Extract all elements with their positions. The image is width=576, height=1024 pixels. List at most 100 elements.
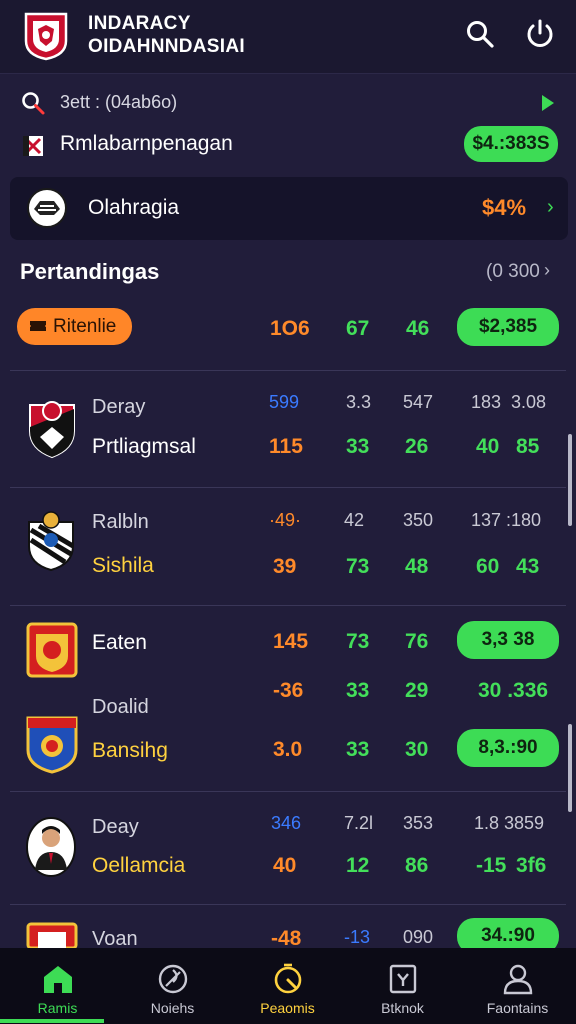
odds-button[interactable]: 8,3.:90 <box>457 729 559 767</box>
odds-value: ·49· <box>269 510 302 530</box>
search-query: 3ett : (04ab6o) <box>60 92 178 112</box>
nav-label: Btknok <box>381 1000 424 1016</box>
divider <box>10 370 566 371</box>
odds-value[interactable]: 86 <box>405 854 428 878</box>
odds-value[interactable]: 145 <box>273 630 308 654</box>
nav-label: Noiehs <box>150 1000 195 1016</box>
nav-label: Faontains <box>486 1000 549 1016</box>
odds-value[interactable]: 40 <box>476 435 499 459</box>
bookmark-icon <box>389 964 417 994</box>
banner-value: $4% <box>482 195 527 220</box>
banner-label: Olahragia <box>88 196 180 219</box>
odds-value: 353 <box>403 813 434 833</box>
team-crest-icon <box>26 716 78 774</box>
player-avatar-icon <box>26 817 76 877</box>
odds-value[interactable]: 115 <box>269 435 303 459</box>
section-title: Pertandingas <box>20 259 160 284</box>
odds-value[interactable]: 33 <box>346 679 369 703</box>
odds-value[interactable]: 33 <box>346 738 369 762</box>
odds-value[interactable]: 76 <box>405 630 428 654</box>
team-name: Bansihg <box>92 739 168 762</box>
team-name: Ralbln <box>92 511 149 533</box>
team-crest-icon <box>28 511 75 572</box>
ball-icon <box>158 964 188 994</box>
odds-value[interactable]: 30 .336 <box>478 679 548 703</box>
odds-value[interactable]: 73 <box>346 630 369 654</box>
chevron-right-icon: › <box>547 196 554 218</box>
odds-value[interactable]: 30 <box>405 738 428 762</box>
team-name: Deray <box>92 396 146 418</box>
club-logo[interactable] <box>22 11 70 61</box>
nav-item-ramis[interactable]: Ramis <box>0 948 115 1024</box>
odds-value[interactable]: 60 <box>476 555 499 579</box>
flag-icon <box>23 136 43 156</box>
odds-value[interactable]: 33 <box>346 435 369 459</box>
odds-value[interactable]: 12 <box>346 854 369 878</box>
filter-pill-label: Ritenlie <box>53 316 117 337</box>
odds-value[interactable]: 29 <box>405 679 428 703</box>
odds-value[interactable]: 26 <box>405 435 428 459</box>
team-name: Oellamcia <box>92 854 186 877</box>
odds-value: 7.2l <box>344 813 374 833</box>
search-icon[interactable] <box>465 19 495 49</box>
nav-item-peaomis[interactable]: Peaomis <box>230 948 345 1024</box>
chevron-right-icon[interactable]: › <box>544 260 550 281</box>
odds-value: 090 <box>403 927 434 947</box>
play-icon[interactable] <box>540 93 556 113</box>
promo-label: Rmlabarnpenagan <box>60 132 233 155</box>
odds-value[interactable]: 85 <box>516 435 539 459</box>
search-icon <box>22 92 45 115</box>
power-icon[interactable] <box>524 18 556 50</box>
team-crest-icon <box>26 622 78 678</box>
nav-item-noiehs[interactable]: Noiehs <box>115 948 230 1024</box>
odds-value[interactable]: 48 <box>405 555 428 579</box>
odds-button[interactable]: $2,385 <box>457 308 559 346</box>
nav-item-btknok[interactable]: Btknok <box>345 948 460 1024</box>
odds-value: 346 <box>271 813 302 833</box>
odds-value[interactable]: 3f6 <box>516 854 546 878</box>
team-name: Deay <box>92 816 139 838</box>
scrollbar-thumb[interactable] <box>568 434 572 526</box>
brand-line-2: OIDAHNNDASIAI <box>88 36 245 57</box>
brand-line-1: INDARACY <box>88 13 191 34</box>
odds-value[interactable]: 43 <box>516 555 539 579</box>
odds-value[interactable]: 1O6 <box>270 317 310 341</box>
home-icon <box>44 966 72 993</box>
filter-pill[interactable]: Ritenlie <box>17 308 132 345</box>
team-name: Eaten <box>92 631 147 654</box>
odds-value[interactable]: 40 <box>273 854 296 878</box>
odds-value: 599 <box>269 392 300 412</box>
odds-value[interactable]: -36 <box>273 679 303 703</box>
odds-value[interactable]: -15 <box>476 854 506 878</box>
bottom-nav: Ramis Noiehs Peaomis Btknok Faontains <box>0 948 576 1024</box>
odds-value: -13 <box>344 927 371 947</box>
odds-value: 3.08 <box>511 392 547 412</box>
odds-value: 42 <box>344 510 365 530</box>
category-banner[interactable]: Olahragia $4% › <box>10 177 568 240</box>
promo-odds-button[interactable]: $4.:383S <box>464 126 558 162</box>
odds-value[interactable]: 46 <box>406 317 429 341</box>
app-header: INDARACY OIDAHNNDASIAI <box>0 0 576 74</box>
odds-value[interactable]: 73 <box>346 555 369 579</box>
divider <box>10 487 566 488</box>
odds-value: 137 :180 <box>471 510 542 530</box>
odds-value[interactable]: 67 <box>346 317 369 341</box>
odds-button[interactable]: 3,3 38 <box>457 621 559 659</box>
team-name: Doalid <box>92 696 149 718</box>
nav-label: Peaomis <box>260 1000 315 1016</box>
nav-item-faontains[interactable]: Faontains <box>460 948 575 1024</box>
divider <box>10 904 566 905</box>
team-name: Prtliagmsal <box>92 435 196 458</box>
section-count[interactable]: (0 300 <box>486 261 540 283</box>
divider <box>10 605 566 606</box>
odds-value[interactable]: 39 <box>273 555 296 579</box>
scrollbar-thumb[interactable] <box>568 724 572 812</box>
divider <box>10 791 566 792</box>
team-crest-icon <box>29 401 75 459</box>
odds-value: 547 <box>403 392 434 412</box>
sport-badge-icon <box>27 188 67 228</box>
search-row[interactable]: 3ett : (04ab6o) <box>0 80 576 124</box>
odds-value[interactable]: 3.0 <box>273 738 302 762</box>
user-icon <box>503 964 533 995</box>
odds-value: 3.3 <box>346 392 372 412</box>
